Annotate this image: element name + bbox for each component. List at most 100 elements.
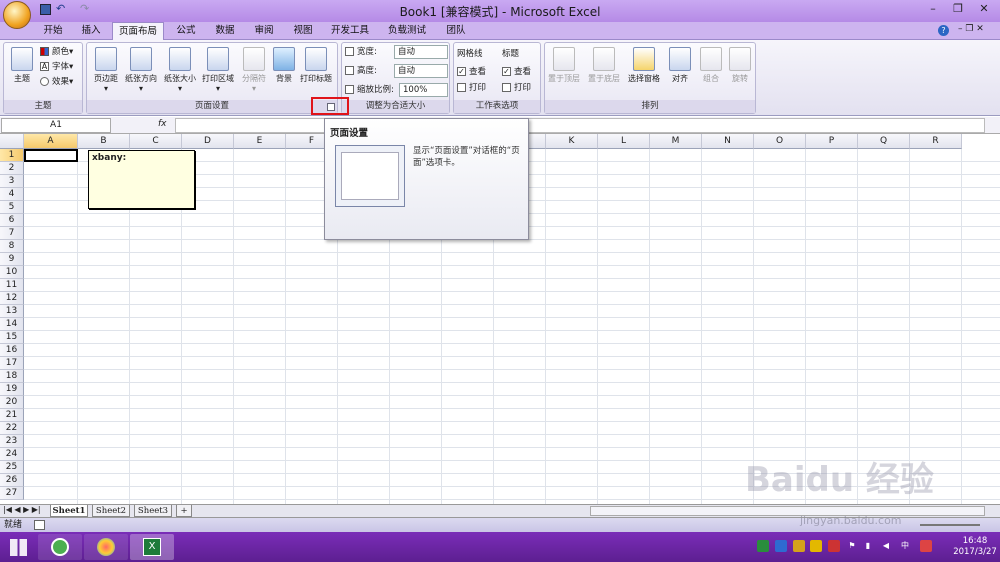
tab-insert[interactable]: 插入 [73, 22, 109, 40]
keyboard-icon[interactable] [920, 540, 932, 552]
column-header[interactable]: P [806, 134, 858, 149]
sheet-nav-icon[interactable]: |◀ ◀ ▶ ▶| [3, 505, 41, 514]
taskbar-excel-icon[interactable]: X [130, 534, 174, 560]
row-header[interactable]: 8 [0, 240, 24, 253]
gridlines-print-checkbox[interactable]: 打印 [457, 81, 486, 95]
row-header[interactable]: 7 [0, 227, 24, 240]
tab-load-test[interactable]: 负载测试 [382, 22, 432, 40]
ime-indicator[interactable]: 中 [898, 540, 912, 552]
column-header[interactable]: Q [858, 134, 910, 149]
print-area-button[interactable]: 打印区域 ▾ [199, 45, 237, 100]
tray-icon-4[interactable] [810, 540, 822, 552]
formula-input[interactable] [175, 118, 985, 133]
sheet-tab-3[interactable]: Sheet3 [134, 505, 172, 517]
bring-forward-button[interactable]: 置于顶层 [545, 45, 583, 100]
headings-view-checkbox[interactable]: ✓ 查看 [502, 65, 531, 79]
sheet-tab-1[interactable]: Sheet1 [50, 505, 88, 517]
row-header[interactable]: 20 [0, 396, 24, 409]
column-header[interactable]: M [650, 134, 702, 149]
row-header[interactable]: 10 [0, 266, 24, 279]
scale-spinner[interactable]: 100% [399, 83, 448, 97]
column-header[interactable]: R [910, 134, 962, 149]
tray-icon-1[interactable] [757, 540, 769, 552]
select-all-corner[interactable] [0, 134, 24, 149]
column-header[interactable]: L [598, 134, 650, 149]
column-header[interactable]: D [182, 134, 234, 149]
row-header[interactable]: 19 [0, 383, 24, 396]
gridlines-view-checkbox[interactable]: ✓ 查看 [457, 65, 486, 79]
headings-print-checkbox[interactable]: 打印 [502, 81, 531, 95]
row-header[interactable]: 11 [0, 279, 24, 292]
macro-record-icon[interactable] [34, 520, 45, 530]
row-header[interactable]: 15 [0, 331, 24, 344]
tab-page-layout[interactable]: 页面布局 [112, 22, 164, 41]
windows-start-icon[interactable] [10, 539, 27, 556]
row-header[interactable]: 25 [0, 461, 24, 474]
row-header[interactable]: 21 [0, 409, 24, 422]
tab-data[interactable]: 数据 [207, 22, 243, 40]
send-backward-button[interactable]: 置于底层 [585, 45, 623, 100]
row-header[interactable]: 2 [0, 162, 24, 175]
minimize-icon[interactable]: – [920, 0, 946, 18]
margins-button[interactable]: 页边距 ▾ [87, 45, 125, 100]
tray-icon-2[interactable] [775, 540, 787, 552]
tray-icon-3[interactable] [793, 540, 805, 552]
close-icon[interactable]: ✕ [970, 0, 998, 18]
column-header[interactable]: C [130, 134, 182, 149]
row-header[interactable]: 5 [0, 201, 24, 214]
flag-icon[interactable]: ⚑ [846, 540, 858, 552]
width-dropdown[interactable]: 自动 [394, 45, 448, 59]
row-header[interactable]: 16 [0, 344, 24, 357]
volume-icon[interactable]: ◀ [880, 540, 892, 552]
colors-button[interactable]: 颜色▾ [40, 45, 73, 59]
tab-view[interactable]: 视图 [285, 22, 321, 40]
row-header[interactable]: 18 [0, 370, 24, 383]
sheet-tab-2[interactable]: Sheet2 [92, 505, 130, 517]
cell-comment[interactable]: xbany: [88, 150, 195, 209]
tab-formulas[interactable]: 公式 [168, 22, 204, 40]
insert-sheet-icon[interactable]: + [176, 505, 192, 517]
column-header[interactable]: K [546, 134, 598, 149]
theme-button[interactable]: 主题 [6, 45, 38, 100]
horizontal-scrollbar[interactable] [590, 506, 985, 516]
height-dropdown[interactable]: 自动 [394, 64, 448, 78]
row-header[interactable]: 26 [0, 474, 24, 487]
selection-pane-button[interactable]: 选择窗格 [625, 45, 663, 100]
row-header[interactable]: 27 [0, 487, 24, 500]
column-header[interactable]: O [754, 134, 806, 149]
row-header[interactable]: 6 [0, 214, 24, 227]
rotate-button[interactable]: 旋转 [721, 45, 759, 100]
help-icon[interactable]: ? [938, 25, 949, 36]
tray-icon-5[interactable] [828, 540, 840, 552]
taskbar-browser-icon[interactable] [38, 534, 82, 560]
row-header[interactable]: 3 [0, 175, 24, 188]
maximize-icon[interactable]: ❐ [945, 0, 971, 18]
taskbar-paint-icon[interactable] [84, 534, 128, 560]
formula-icon[interactable]: fx [158, 119, 167, 129]
row-header[interactable]: 9 [0, 253, 24, 266]
office-button[interactable] [3, 1, 31, 29]
row-header[interactable]: 1 [0, 149, 24, 162]
print-titles-button[interactable]: 打印标题 [297, 45, 335, 100]
row-header[interactable]: 23 [0, 435, 24, 448]
row-header[interactable]: 14 [0, 318, 24, 331]
column-header[interactable]: N [702, 134, 754, 149]
zoom-slider[interactable] [920, 524, 980, 526]
active-cell[interactable] [24, 149, 78, 162]
effects-button[interactable]: 效果▾ [40, 75, 73, 89]
tab-developer[interactable]: 开发工具 [325, 22, 375, 40]
name-box[interactable]: A1 [1, 118, 111, 133]
row-header[interactable]: 12 [0, 292, 24, 305]
row-header[interactable]: 22 [0, 422, 24, 435]
row-header[interactable]: 24 [0, 448, 24, 461]
orientation-button[interactable]: 纸张方向 ▾ [122, 45, 160, 100]
fonts-button[interactable]: A 字体▾ [40, 60, 73, 74]
column-header[interactable]: E [234, 134, 286, 149]
row-header[interactable]: 4 [0, 188, 24, 201]
network-icon[interactable]: ▮ [862, 540, 874, 552]
row-header[interactable]: 17 [0, 357, 24, 370]
size-button[interactable]: 纸张大小 ▾ [161, 45, 199, 100]
ribbon-minimize-icon[interactable]: – ❐ ✕ [958, 24, 984, 34]
tab-home[interactable]: 开始 [35, 22, 71, 40]
taskbar-clock[interactable]: 16:48 2017/3/27 [950, 536, 1000, 558]
